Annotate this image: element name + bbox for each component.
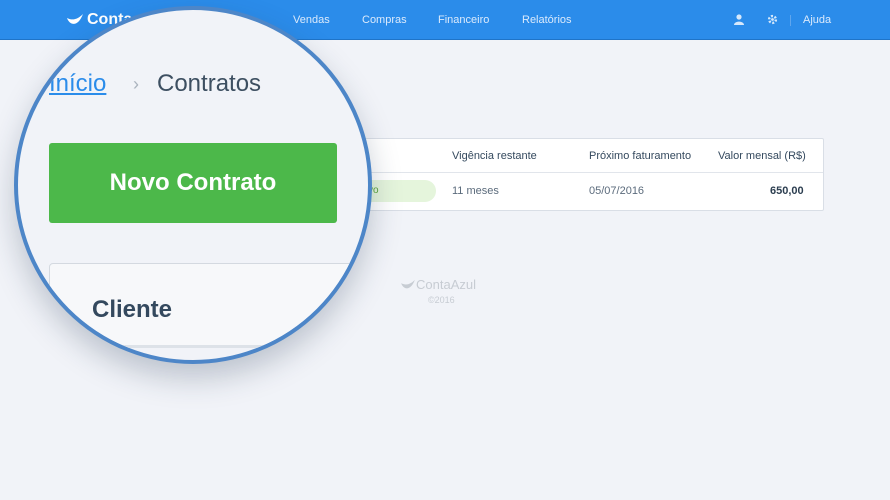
- client-card-shadow: [49, 345, 368, 348]
- user-icon[interactable]: [734, 14, 744, 28]
- table-header-divider: [346, 172, 823, 173]
- cell-monthly-value: 650,00: [770, 185, 804, 197]
- gear-icon[interactable]: [767, 14, 778, 28]
- column-header-next-billing[interactable]: Próximo faturamento: [589, 150, 691, 162]
- breadcrumb-home-link[interactable]: Início: [49, 70, 106, 98]
- contracts-table: Vigência restante Próximo faturamento Va…: [345, 138, 824, 211]
- magnified-content: Início › Contratos Novo Contrato tus Cli…: [18, 10, 368, 360]
- column-header-monthly-value[interactable]: Valor mensal (R$): [718, 150, 806, 162]
- breadcrumb-current: Contratos: [157, 70, 262, 97]
- topbar-divider: [790, 15, 791, 26]
- leaf-icon: [401, 279, 415, 288]
- magnifier-lens: Início › Contratos Novo Contrato tus Cli…: [14, 6, 372, 364]
- nav-item-compras[interactable]: Compras: [362, 14, 407, 26]
- footer-brand-text: ContaAzul: [416, 277, 476, 292]
- cell-remaining: 11 meses: [452, 185, 499, 197]
- breadcrumb-separator: ›: [133, 74, 139, 94]
- footer-copyright: ©2016: [428, 295, 455, 305]
- help-link[interactable]: Ajuda: [803, 14, 831, 26]
- footer-logo: ContaAzul: [400, 277, 476, 292]
- new-contract-button[interactable]: Novo Contrato: [49, 143, 337, 223]
- nav-item-relatorios[interactable]: Relatórios: [522, 14, 572, 26]
- column-header-remaining[interactable]: Vigência restante: [452, 150, 537, 162]
- client-card-title: Cliente: [92, 296, 173, 323]
- cell-next-billing: 05/07/2016: [589, 185, 645, 197]
- nav-item-financeiro[interactable]: Financeiro: [438, 14, 489, 26]
